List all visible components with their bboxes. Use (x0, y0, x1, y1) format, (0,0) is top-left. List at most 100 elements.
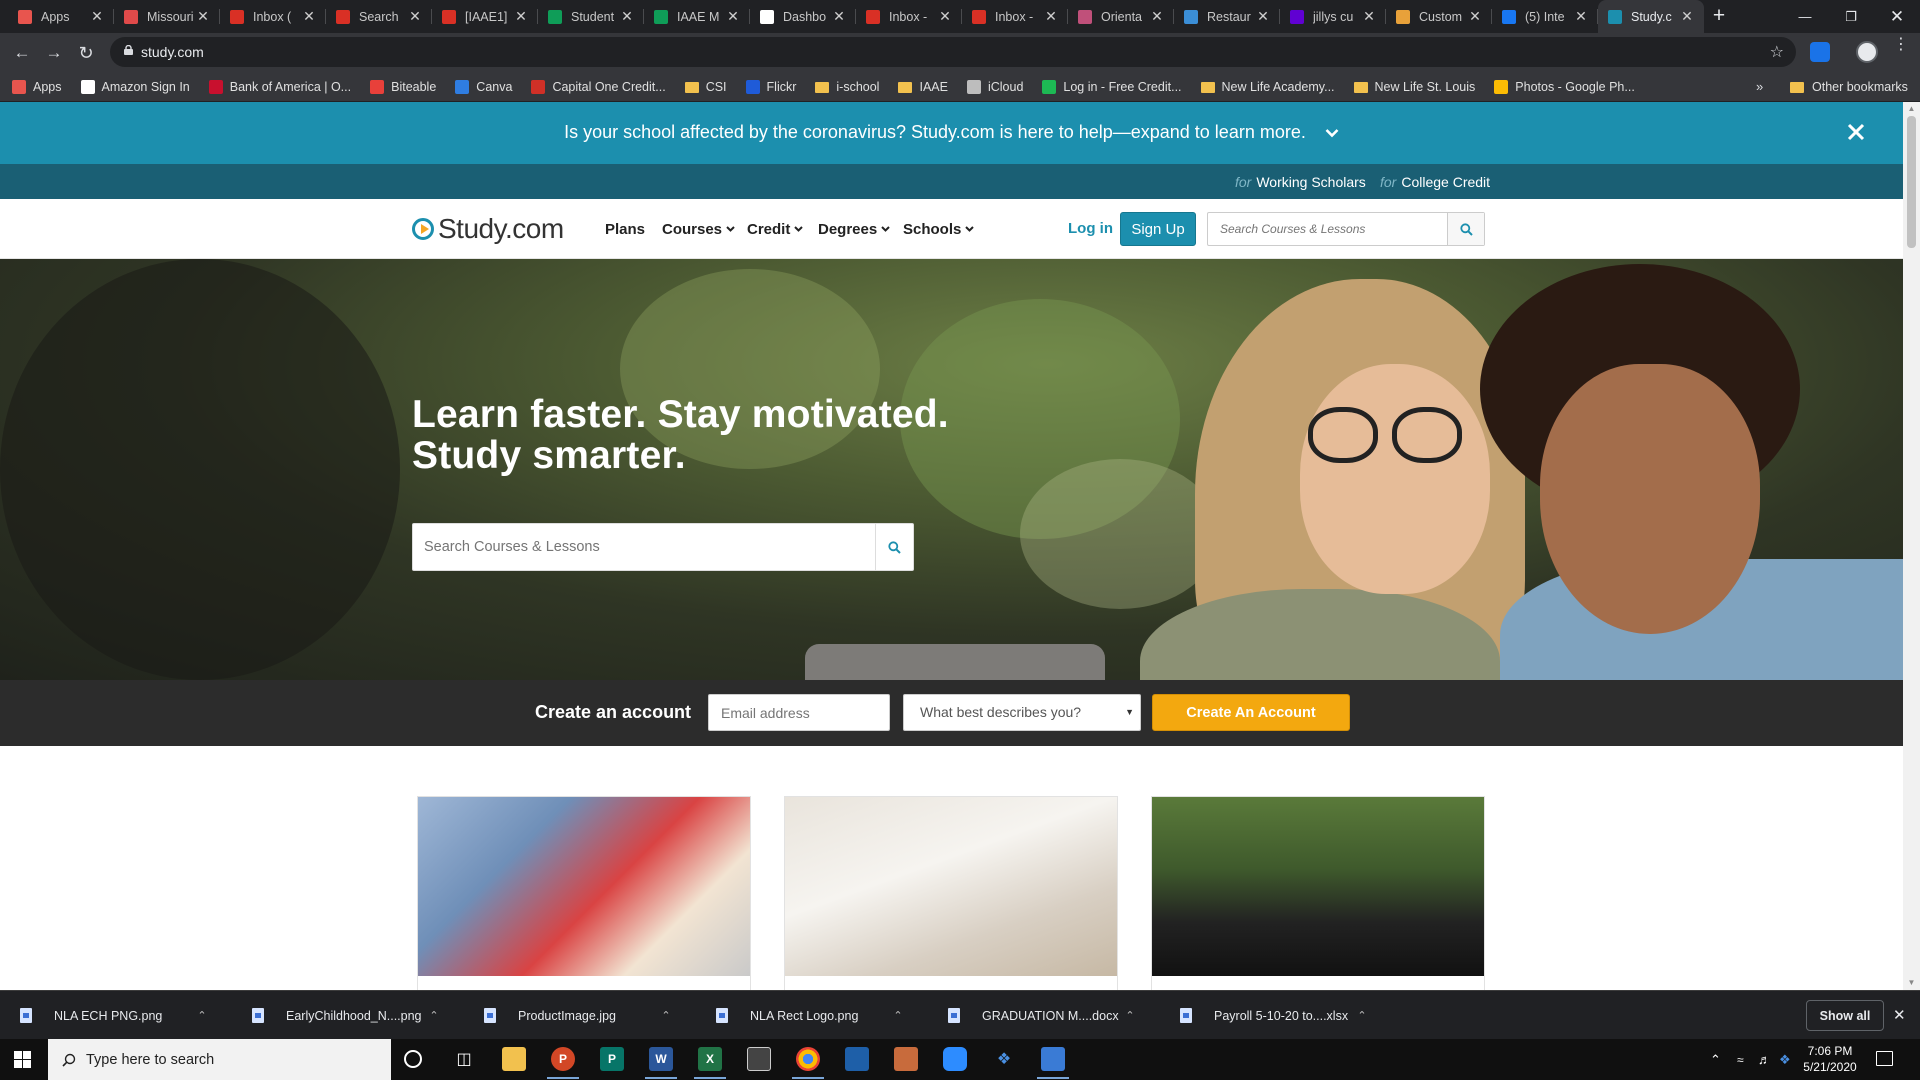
mail-app-icon[interactable] (845, 1047, 869, 1071)
bookmark-item[interactable]: Photos - Google Ph... (1494, 80, 1635, 94)
nav-courses[interactable]: Courses (662, 221, 735, 238)
college-credit-link[interactable]: for College Credit (1380, 174, 1490, 190)
close-downloads-icon[interactable]: ✕ (1893, 1006, 1906, 1024)
task-view-icon[interactable]: ◫ (452, 1047, 476, 1071)
bookmark-item[interactable]: i-school (815, 80, 879, 94)
bookmarks-overflow-icon[interactable]: » (1756, 79, 1763, 94)
role-select[interactable]: What best describes you? ▼ (903, 694, 1141, 731)
browser-tab[interactable]: Dashbo ✕ (750, 0, 856, 33)
nav-schools[interactable]: Schools (903, 221, 975, 238)
chevron-up-icon[interactable]: ⌃ (888, 1009, 908, 1022)
browser-tab[interactable]: Inbox (✕ (220, 0, 326, 33)
header-search-button[interactable] (1447, 213, 1484, 245)
powerpoint-icon[interactable]: P (547, 1047, 579, 1079)
bookmark-item[interactable]: IAAE (898, 80, 948, 94)
scroll-thumb[interactable] (1907, 116, 1916, 248)
taskbar-search[interactable]: Type here to search (48, 1039, 391, 1080)
browser-tab[interactable]: Study.c ✕ (1598, 0, 1704, 33)
chevron-up-icon[interactable]: ⌃ (656, 1009, 676, 1022)
download-item[interactable]: ProductImage.jpg ⌃ (464, 991, 690, 1040)
feature-card[interactable] (784, 796, 1118, 990)
download-item[interactable]: NLA ECH PNG.png ⌃ (0, 991, 226, 1040)
download-item[interactable]: EarlyChildhood_N....png ⌃ (232, 991, 458, 1040)
profile-avatar[interactable] (1856, 41, 1878, 63)
create-account-button[interactable]: Create An Account (1152, 694, 1350, 731)
other-bookmarks[interactable]: Other bookmarks (1790, 72, 1908, 102)
close-tab-icon[interactable]: ✕ (620, 8, 634, 25)
nav-plans[interactable]: Plans (605, 221, 645, 238)
close-tab-icon[interactable]: ✕ (196, 8, 210, 25)
hero-search-input[interactable] (413, 524, 883, 570)
coronavirus-alert-banner[interactable]: Is your school affected by the coronavir… (0, 102, 1903, 164)
scroll-up-icon[interactable]: ▲ (1907, 104, 1916, 113)
volume-icon[interactable]: ♬ (1758, 1039, 1771, 1080)
browser-tab[interactable]: IAAE M ✕ (644, 0, 750, 33)
close-tab-icon[interactable]: ✕ (1044, 8, 1058, 25)
bookmark-item[interactable]: New Life St. Louis (1353, 80, 1475, 94)
extension-icon[interactable] (1810, 42, 1830, 62)
download-item[interactable]: Payroll 5-10-20 to....xlsx ⌃ (1160, 991, 1386, 1040)
close-tab-icon[interactable]: ✕ (832, 8, 846, 25)
login-link[interactable]: Log in (1068, 220, 1113, 237)
browser-tab[interactable]: Custom ✕ (1386, 0, 1492, 33)
header-search-input[interactable] (1208, 213, 1448, 245)
paint-app-icon[interactable] (894, 1047, 918, 1071)
system-clock[interactable]: 7:06 PM 5/21/2020 (1796, 1043, 1864, 1075)
hero-search-button[interactable] (875, 524, 913, 570)
nav-credit[interactable]: Credit (747, 221, 804, 238)
page-scrollbar[interactable]: ▲ ▼ (1903, 102, 1920, 990)
download-item[interactable]: GRADUATION M....docx ⌃ (928, 991, 1154, 1040)
close-tab-icon[interactable]: ✕ (1574, 8, 1588, 25)
bookmark-star-icon[interactable]: ☆ (1770, 42, 1784, 62)
new-tab-button[interactable]: + (1708, 5, 1730, 28)
browser-tab[interactable]: Student ✕ (538, 0, 644, 33)
chevron-up-icon[interactable]: ⌃ (424, 1009, 444, 1022)
signup-button[interactable]: Sign Up (1120, 212, 1196, 246)
bookmark-item[interactable]: Biteable (370, 80, 436, 94)
alert-message[interactable]: Is your school affected by the coronavir… (0, 122, 1903, 143)
wifi-icon[interactable]: ≈ (1737, 1039, 1744, 1080)
bookmark-item[interactable]: Apps (12, 80, 62, 94)
bookmark-item[interactable]: Log in - Free Credit... (1042, 80, 1182, 94)
chevron-down-icon[interactable] (1325, 128, 1339, 138)
publisher-icon[interactable]: P (600, 1047, 624, 1071)
browser-tab[interactable]: [IAAE1] ✕ (432, 0, 538, 33)
chevron-up-icon[interactable]: ⌃ (192, 1009, 212, 1022)
restore-icon[interactable]: ❐ (1828, 0, 1874, 33)
close-tab-icon[interactable]: ✕ (90, 8, 104, 25)
feature-card[interactable] (417, 796, 751, 990)
excel-icon[interactable]: X (694, 1047, 726, 1079)
scroll-down-icon[interactable]: ▼ (1907, 978, 1916, 987)
back-icon[interactable]: ← (10, 41, 34, 65)
working-scholars-link[interactable]: for Working Scholars (1235, 174, 1366, 190)
dropbox-tray-icon[interactable]: ❖ (1779, 1039, 1791, 1080)
notification-center-icon[interactable] (1876, 1051, 1893, 1066)
close-tab-icon[interactable]: ✕ (1150, 8, 1164, 25)
bookmark-item[interactable]: Capital One Credit... (531, 80, 666, 94)
bookmark-item[interactable]: Flickr (745, 80, 796, 94)
bookmark-item[interactable]: Amazon Sign In (80, 80, 190, 94)
browser-tab[interactable]: Restaur ✕ (1174, 0, 1280, 33)
file-explorer-icon[interactable] (502, 1047, 526, 1071)
chrome-menu-icon[interactable]: ⋮ (1893, 37, 1909, 53)
bookmark-item[interactable]: iCloud (966, 80, 1023, 94)
browser-tab[interactable]: Apps ✕ (8, 0, 114, 33)
zoom-icon[interactable] (943, 1047, 967, 1071)
browser-tab[interactable]: jillys cu ✕ (1280, 0, 1386, 33)
bookmark-item[interactable]: New Life Academy... (1200, 80, 1335, 94)
bookmark-item[interactable]: CSI (684, 80, 727, 94)
close-tab-icon[interactable]: ✕ (1680, 8, 1694, 25)
windows-start-icon[interactable] (14, 1051, 31, 1068)
feature-card[interactable] (1151, 796, 1485, 990)
browser-tab[interactable]: Orienta ✕ (1068, 0, 1174, 33)
close-alert-icon[interactable] (1844, 120, 1868, 144)
close-tab-icon[interactable]: ✕ (1468, 8, 1482, 25)
chevron-up-icon[interactable]: ⌃ (1352, 1009, 1372, 1022)
show-all-button[interactable]: Show all (1806, 1000, 1884, 1031)
nav-degrees[interactable]: Degrees (818, 221, 890, 238)
word-icon[interactable]: W (645, 1047, 677, 1079)
browser-tab[interactable]: Search ✕ (326, 0, 432, 33)
close-tab-icon[interactable]: ✕ (514, 8, 528, 25)
close-tab-icon[interactable]: ✕ (938, 8, 952, 25)
photos-app-icon[interactable] (747, 1047, 771, 1071)
